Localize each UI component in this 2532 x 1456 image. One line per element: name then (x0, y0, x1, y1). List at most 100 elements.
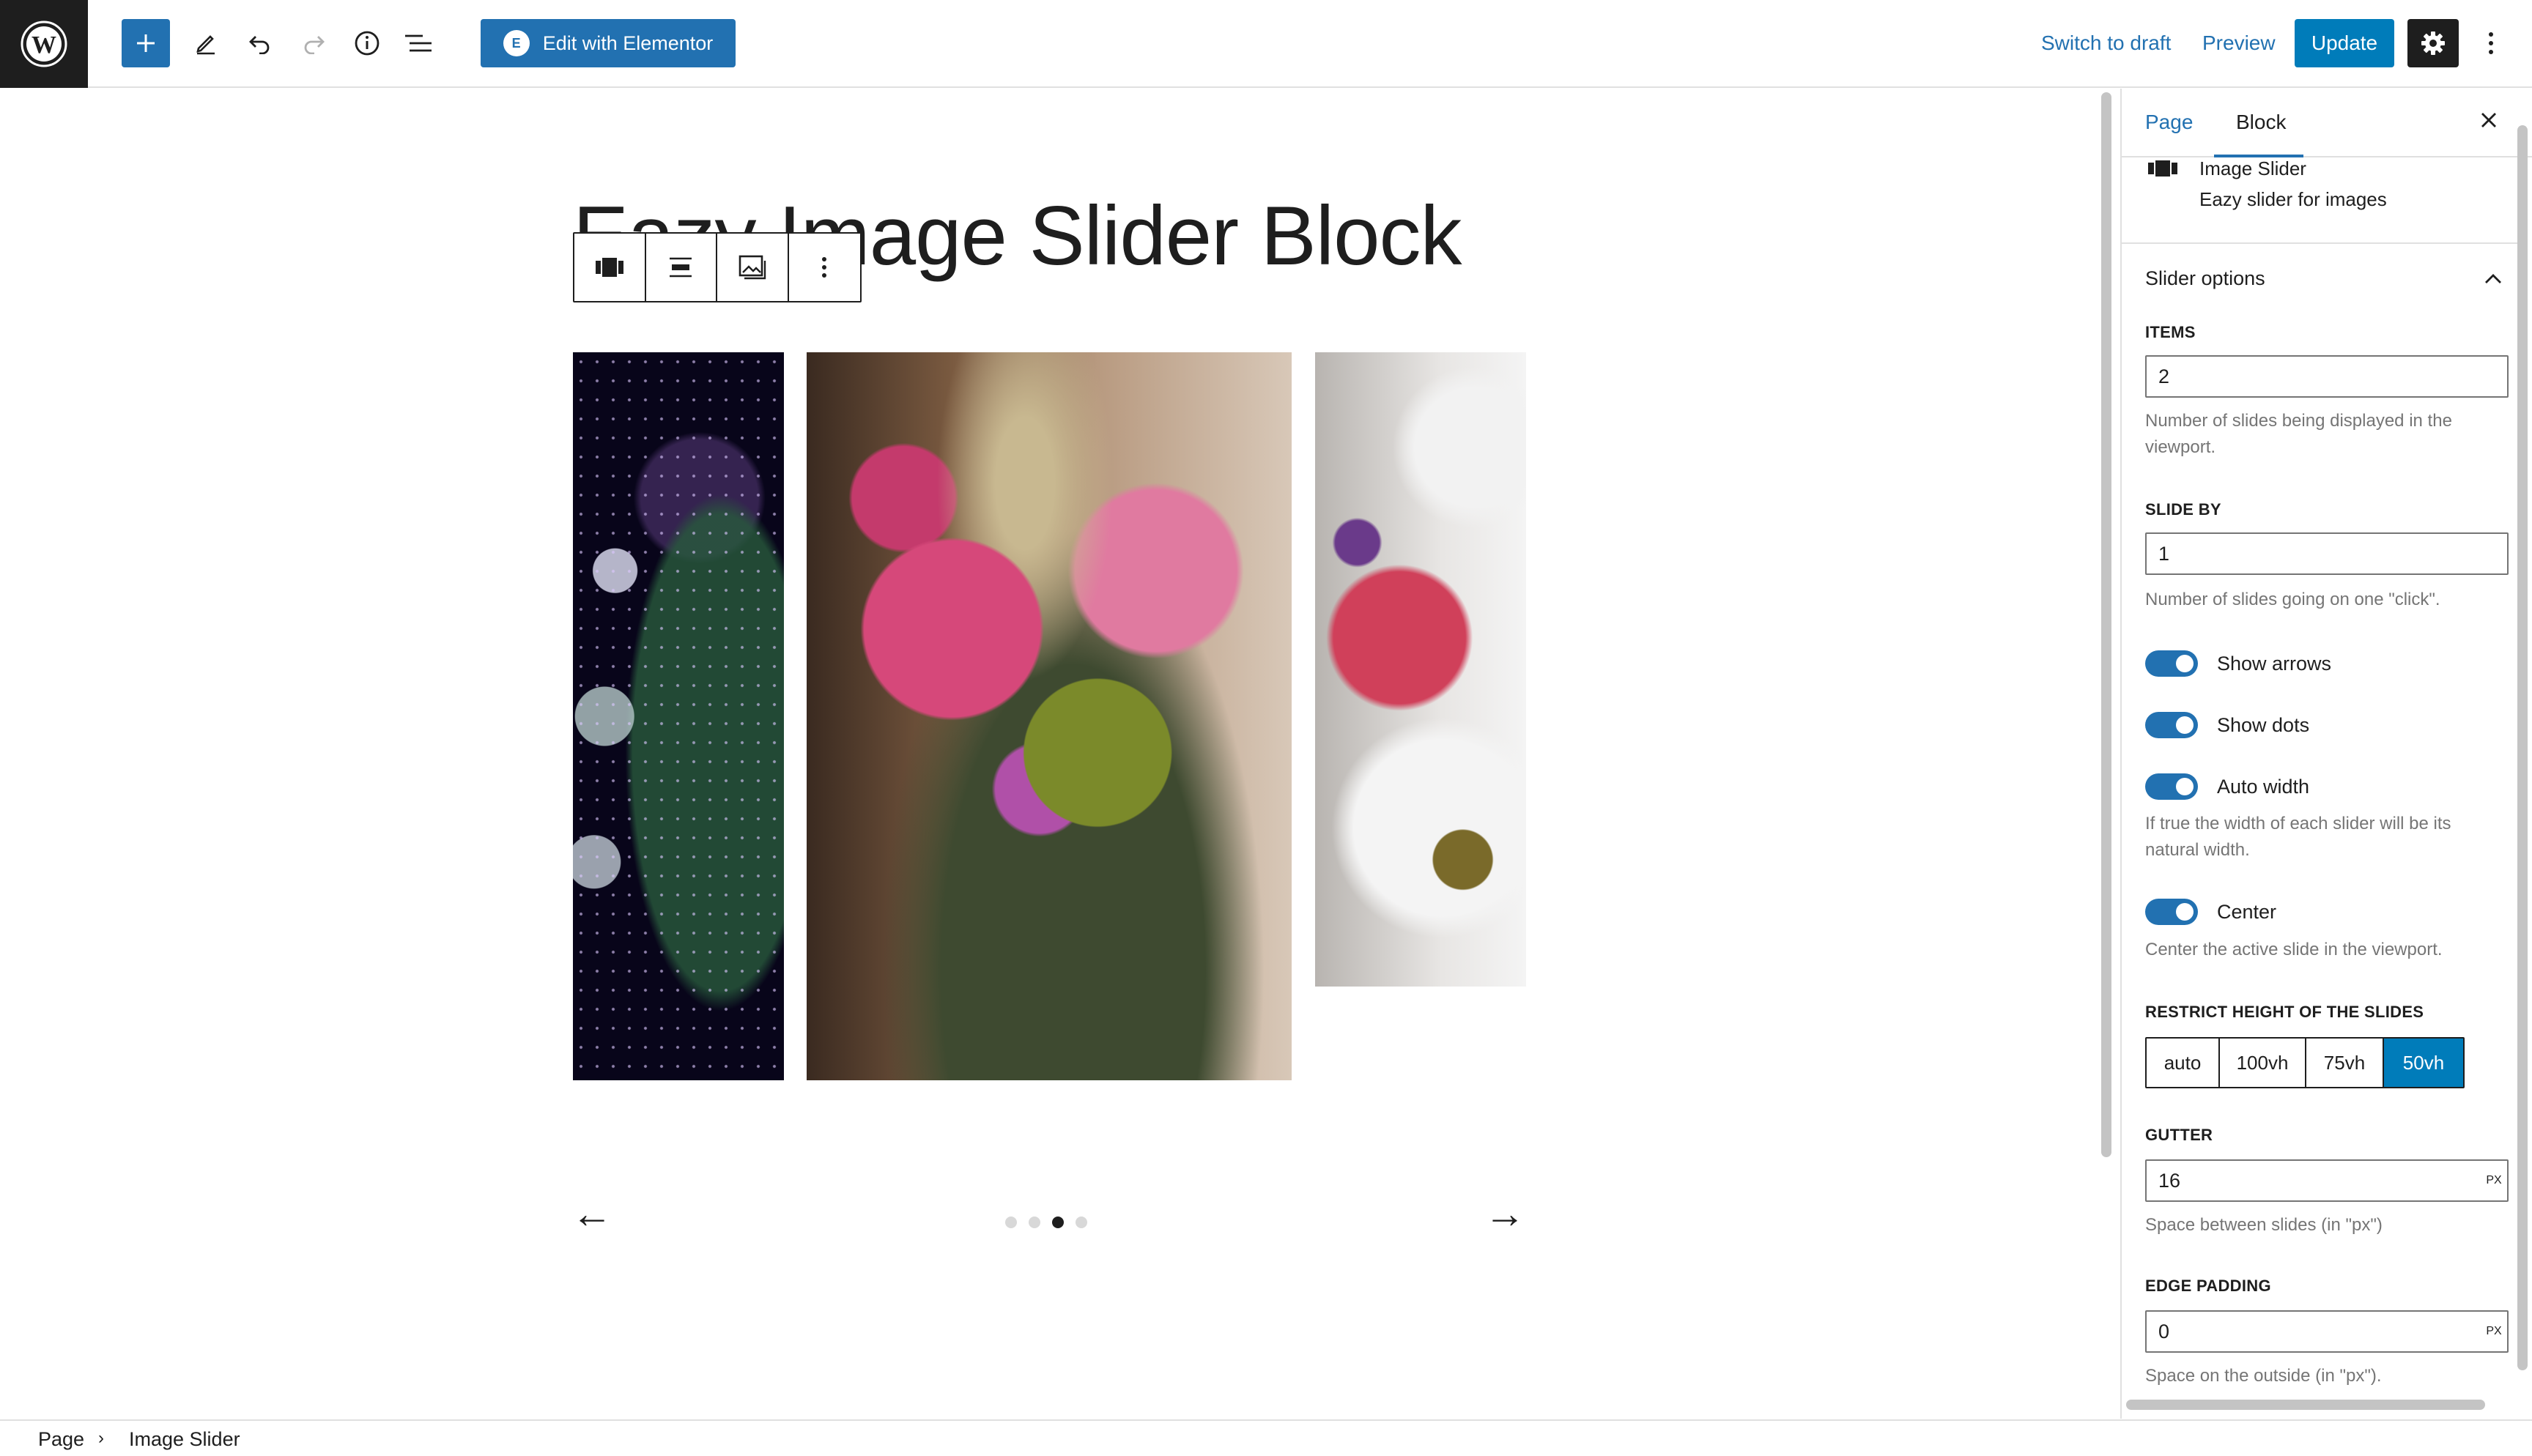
gear-icon (2421, 31, 2445, 55)
slider-dots (1005, 1217, 1087, 1228)
gutter-label: GUTTER (2145, 1126, 2213, 1144)
align-button[interactable] (646, 234, 717, 301)
redo-button[interactable] (289, 19, 338, 67)
edge-padding-help: Space on the outside (in "px"). (2145, 1366, 2382, 1386)
show-arrows-toggle-row: Show arrows (2145, 649, 2331, 678)
edge-padding-unit: PX (2486, 1325, 2502, 1337)
slider-dot[interactable] (1076, 1217, 1087, 1228)
slider-dot-active[interactable] (1052, 1217, 1064, 1228)
options-button[interactable] (2470, 19, 2511, 67)
gutter-value: 16 (2158, 1170, 2181, 1192)
center-help: Center the active slide in the viewport. (2145, 940, 2443, 959)
block-breadcrumb: Page › Image Slider (0, 1419, 2532, 1456)
edge-padding-value: 0 (2158, 1321, 2170, 1342)
sidebar-tabs: Page Block (2122, 89, 2532, 157)
show-dots-label: Show dots (2217, 713, 2310, 736)
gutter-help: Space between slides (in "px") (2145, 1215, 2383, 1235)
list-view-icon (405, 34, 432, 52)
elementor-icon: E (503, 30, 530, 56)
breadcrumb-page[interactable]: Page (38, 1428, 84, 1451)
editor-canvas[interactable]: Eazy Image Slider Block ← → (0, 89, 2095, 1419)
tools-button[interactable] (182, 19, 230, 67)
center-label: Center (2217, 900, 2277, 923)
plus-icon (137, 34, 155, 52)
slide-by-input[interactable]: 1 (2145, 532, 2509, 575)
align-icon (670, 257, 692, 278)
edit-with-elementor-button[interactable]: E Edit with Elementor (481, 19, 736, 67)
items-help: Number of slides being displayed in the … (2145, 411, 2452, 457)
canvas-scrollbar[interactable] (2101, 92, 2111, 1157)
auto-width-help: If true the width of each slider will be… (2145, 814, 2451, 860)
show-arrows-toggle[interactable] (2145, 650, 2198, 677)
show-dots-toggle-row: Show dots (2145, 710, 2309, 740)
auto-width-toggle-row: Auto width (2145, 772, 2309, 801)
panel-title: Slider options (2145, 267, 2265, 289)
height-option-100vh[interactable]: 100vh (2220, 1039, 2306, 1087)
close-icon (2481, 113, 2496, 127)
block-name: Image Slider (2199, 157, 2306, 179)
slide-image-flower-bouquet (807, 352, 1292, 1080)
more-options-icon (822, 257, 827, 278)
replace-image-icon (738, 255, 766, 280)
slider-block-icon (595, 258, 623, 277)
items-input[interactable]: 2 (2145, 355, 2509, 398)
auto-width-label: Auto width (2217, 775, 2310, 798)
elementor-label: Edit with Elementor (542, 31, 714, 54)
switch-to-draft-button[interactable]: Switch to draft (2041, 19, 2171, 67)
slider-dot[interactable] (1005, 1217, 1017, 1228)
slider-block-icon (2148, 160, 2177, 177)
svg-text:W: W (32, 31, 56, 59)
list-view-button[interactable] (394, 19, 443, 67)
chevron-up-icon (2484, 267, 2503, 290)
wordpress-logo-icon: W (21, 21, 67, 67)
undo-button[interactable] (236, 19, 284, 67)
replace-image-button[interactable] (717, 234, 789, 301)
height-segmented-control: auto 100vh 75vh 50vh (2145, 1037, 2465, 1088)
slide-image-starry-spheres (573, 352, 784, 1080)
info-icon (355, 31, 380, 56)
block-toolbar (573, 232, 862, 302)
show-arrows-label: Show arrows (2217, 652, 2332, 675)
restrict-height-label: RESTRICT HEIGHT OF THE SLIDES (2145, 1003, 2424, 1021)
undo-icon (249, 36, 270, 54)
kebab-icon (2489, 32, 2493, 54)
breadcrumb-separator-icon: › (98, 1428, 104, 1448)
block-description: Eazy slider for images (2199, 188, 2387, 210)
settings-button[interactable] (2407, 19, 2459, 67)
redo-icon (304, 36, 325, 54)
items-label: ITEMS (2145, 323, 2196, 341)
slider-dot[interactable] (1029, 1217, 1040, 1228)
slide-by-label: SLIDE BY (2145, 500, 2221, 519)
edge-padding-input[interactable]: 0 PX (2145, 1310, 2509, 1353)
pencil-icon (196, 35, 215, 55)
tab-page[interactable]: Page (2145, 111, 2193, 134)
add-block-button[interactable] (122, 19, 170, 67)
slider-options-panel-toggle[interactable]: Slider options (2122, 245, 2520, 317)
tab-block[interactable]: Block (2236, 111, 2286, 134)
show-dots-toggle[interactable] (2145, 712, 2198, 738)
preview-button[interactable]: Preview (2202, 19, 2276, 67)
more-options-button[interactable] (789, 234, 861, 301)
sidebar-horizontal-scrollbar[interactable] (2126, 1400, 2485, 1410)
details-button[interactable] (343, 19, 391, 67)
height-option-50vh[interactable]: 50vh (2384, 1039, 2463, 1087)
editor-header: W E Edit with Elementor Switch to draft … (0, 0, 2532, 88)
update-button[interactable]: Update (2295, 19, 2394, 67)
slide-by-help: Number of slides going on one "click". (2145, 590, 2440, 609)
height-option-auto[interactable]: auto (2147, 1039, 2220, 1087)
settings-sidebar: Page Block Image Slider Eazy slider for … (2120, 89, 2532, 1419)
breadcrumb-image-slider[interactable]: Image Slider (129, 1428, 240, 1451)
height-option-75vh[interactable]: 75vh (2306, 1039, 2384, 1087)
auto-width-toggle[interactable] (2145, 773, 2198, 800)
center-toggle[interactable] (2145, 899, 2198, 925)
edge-padding-label: EDGE PADDING (2145, 1277, 2271, 1295)
sidebar-vertical-scrollbar[interactable] (2517, 125, 2528, 1370)
slider-prev-arrow[interactable]: ← (571, 1193, 612, 1234)
wordpress-logo-button[interactable]: W (0, 0, 88, 88)
block-card: Image Slider Eazy slider for images (2122, 157, 2520, 244)
slide-image-pink-lily-daisies (1315, 352, 1526, 987)
gutter-input[interactable]: 16 PX (2145, 1159, 2509, 1202)
block-type-button[interactable] (574, 234, 646, 301)
close-sidebar-button[interactable] (2479, 108, 2498, 136)
slider-next-arrow[interactable]: → (1484, 1193, 1525, 1234)
